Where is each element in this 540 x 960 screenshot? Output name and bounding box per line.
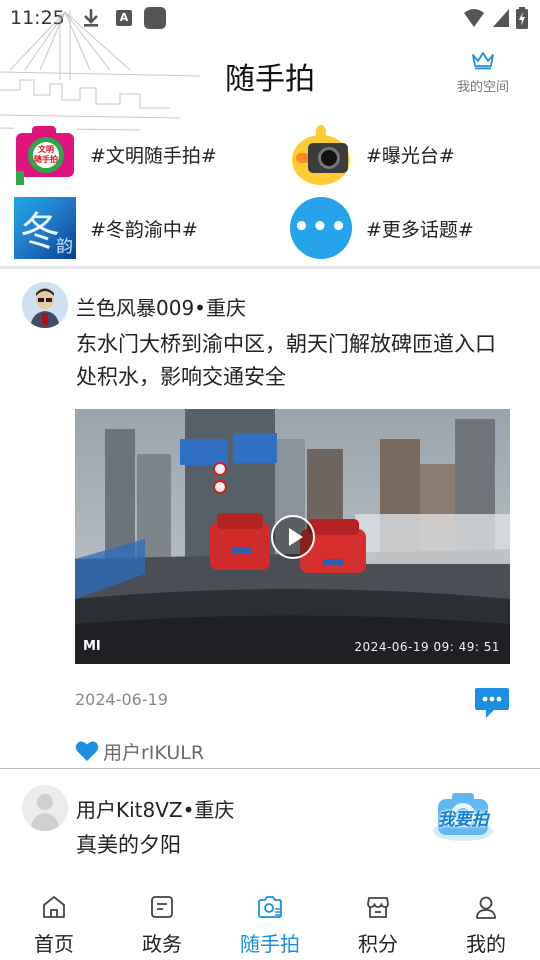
post-author[interactable]: 兰色风暴009•重庆 xyxy=(76,292,246,321)
more-dots-glyph: ••• xyxy=(293,212,349,242)
wifi-icon xyxy=(464,9,484,27)
civil-camera-icon-text: 文明 随手拍 xyxy=(34,145,58,164)
more-dots-icon: ••• xyxy=(290,197,352,259)
battery-charging-icon xyxy=(516,7,528,29)
nav-label: 政务 xyxy=(142,932,182,956)
heart-icon[interactable] xyxy=(75,740,99,762)
post-author[interactable]: 用户Kit8VZ•重庆 xyxy=(76,794,234,823)
post-date: 2024-06-19 xyxy=(75,690,168,709)
post-video[interactable]: MI 2024-06-19 09: 49: 51 xyxy=(75,409,510,664)
my-space-button[interactable]: 我的空间 xyxy=(438,50,528,95)
crown-icon xyxy=(472,52,494,70)
avatar[interactable] xyxy=(22,785,68,831)
topic-winter-yuzhong[interactable]: 冬 韵 #冬韵渝中# xyxy=(14,196,198,260)
like-row: 用户rIKULR xyxy=(75,736,204,766)
topic-label: #更多话题# xyxy=(366,218,474,241)
play-button[interactable] xyxy=(271,515,315,559)
topic-more[interactable]: ••• #更多话题# xyxy=(290,196,474,260)
profile-icon xyxy=(476,896,496,919)
app-header: 随手拍 我的空间 xyxy=(0,10,540,131)
topic-civil-snapshot[interactable]: 文明 随手拍 #文明随手拍# xyxy=(14,122,217,186)
post-card: 用户Kit8VZ•重庆 真美的夕阳 我要拍 xyxy=(0,769,540,879)
civil-camera-icon: 文明 随手拍 xyxy=(14,123,76,185)
signal-icon xyxy=(493,9,509,27)
video-timestamp: 2024-06-19 09: 49: 51 xyxy=(354,640,500,654)
comment-icon[interactable] xyxy=(474,686,510,720)
nav-label: 积分 xyxy=(358,932,398,956)
duck-camera-icon xyxy=(290,123,352,185)
nav-snapshot[interactable]: 随手拍 xyxy=(216,880,324,960)
avatar[interactable] xyxy=(22,282,68,328)
topic-grid: 文明 随手拍 #文明随手拍# #曝光台# 冬 韵 #冬韵渝中# ••• #更多话… xyxy=(0,118,540,266)
topic-label: #冬韵渝中# xyxy=(90,218,198,241)
section-divider xyxy=(0,266,540,269)
winter-icon: 冬 韵 xyxy=(14,197,76,259)
nav-label: 随手拍 xyxy=(240,932,300,956)
topic-label: #文明随手拍# xyxy=(90,144,217,167)
my-space-label: 我的空间 xyxy=(456,80,509,95)
post-card: 兰色风暴009•重庆 东水门大桥到渝中区，朝天门解放碑匝道入口处积水，影响交通安… xyxy=(0,270,540,768)
post-text[interactable]: 东水门大桥到渝中区，朝天门解放碑匝道入口处积水，影响交通安全 xyxy=(76,328,516,394)
shoot-button-label: 我要拍 xyxy=(437,810,489,830)
nav-home[interactable]: 首页 xyxy=(0,880,108,960)
nav-points[interactable]: 积分 xyxy=(324,880,432,960)
bottom-navigation: 首页 政务 随手拍 积分 我的 xyxy=(0,880,540,960)
points-icon xyxy=(367,897,389,918)
topic-exposure[interactable]: #曝光台# xyxy=(290,122,455,186)
nav-label: 我的 xyxy=(466,932,506,956)
nav-profile[interactable]: 我的 xyxy=(432,880,540,960)
winter-icon-glyph-small: 韵 xyxy=(56,237,73,257)
default-avatar-icon xyxy=(22,785,68,831)
video-brand-logo: MI xyxy=(83,639,101,654)
liked-by-user[interactable]: 用户rIKULR xyxy=(103,738,204,765)
document-icon xyxy=(151,896,173,918)
winter-icon-glyph: 冬 xyxy=(20,209,60,255)
camera-icon xyxy=(258,896,282,918)
user-avatar-icon xyxy=(22,282,68,328)
topic-label: #曝光台# xyxy=(366,144,455,167)
home-icon xyxy=(43,896,65,918)
shoot-button[interactable]: 我要拍 xyxy=(430,789,496,843)
nav-label: 首页 xyxy=(34,932,74,956)
nav-government[interactable]: 政务 xyxy=(108,880,216,960)
